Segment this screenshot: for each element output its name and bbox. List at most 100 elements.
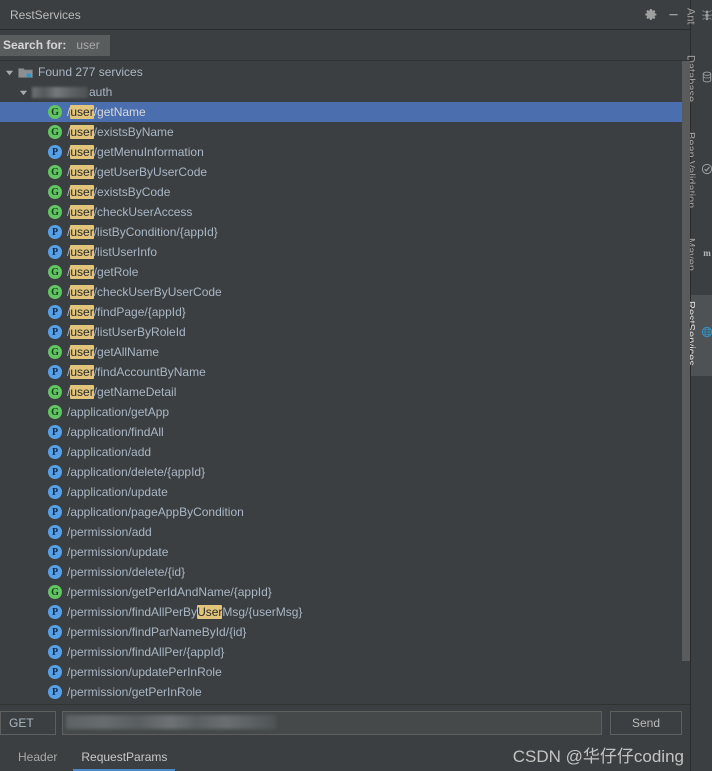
tree-endpoint-row[interactable]: G/user/getNameDetail bbox=[0, 382, 690, 402]
endpoint-path: /permission/delete/{id} bbox=[67, 565, 186, 579]
post-method-icon: P bbox=[48, 365, 62, 379]
tree-endpoint-row[interactable]: G/application/getApp bbox=[0, 402, 690, 422]
endpoint-path: /permission/findAllPer/{appId} bbox=[67, 645, 225, 659]
minimize-icon[interactable] bbox=[662, 4, 684, 26]
post-method-icon: P bbox=[48, 565, 62, 579]
gear-icon[interactable] bbox=[640, 4, 662, 26]
endpoint-path: /user/getAllName bbox=[67, 345, 160, 359]
tree-endpoint-row[interactable]: P/permission/findAllPerByUserMsg/{userMs… bbox=[0, 602, 690, 622]
right-tab-maven[interactable]: m Maven bbox=[685, 232, 712, 281]
rest-services-tool-window: RestServices Search for: user Found 277 … bbox=[0, 0, 712, 771]
post-method-icon: P bbox=[48, 625, 62, 639]
tree-endpoint-row[interactable]: G/user/existsByCode bbox=[0, 182, 690, 202]
services-tree-panel: Found 277 services auth G/user/getName G/us… bbox=[0, 60, 690, 704]
endpoint-path: /user/findAccountByName bbox=[67, 365, 206, 379]
post-method-icon: P bbox=[48, 685, 62, 699]
tree-endpoint-row[interactable]: P/permission/findParNameById/{id} bbox=[0, 622, 690, 642]
endpoint-path: /permission/findParNameById/{id} bbox=[67, 625, 247, 639]
tree-endpoint-row[interactable]: G/user/getUserByUserCode bbox=[0, 162, 690, 182]
tree-endpoint-row[interactable]: P/user/listByCondition/{appId} bbox=[0, 222, 690, 242]
search-match-highlight: user bbox=[70, 385, 94, 399]
right-tab-bean-validation[interactable]: Bean Validation bbox=[685, 126, 712, 218]
tree-endpoint-row[interactable]: P/permission/getPerInRole bbox=[0, 682, 690, 702]
endpoint-path: /permission/getPerIdAndName/{appId} bbox=[67, 585, 272, 599]
tree-endpoint-row[interactable]: G/user/checkUserAccess bbox=[0, 202, 690, 222]
post-method-icon: P bbox=[48, 465, 62, 479]
tree-endpoint-row[interactable]: P/permission/delete/{id} bbox=[0, 562, 690, 582]
database-icon bbox=[701, 70, 712, 84]
endpoint-path: /user/getNameDetail bbox=[67, 385, 177, 399]
right-tab-label: Ant bbox=[684, 8, 697, 25]
post-method-icon: P bbox=[48, 505, 62, 519]
endpoint-path: /application/getApp bbox=[67, 405, 170, 419]
tree-endpoint-row[interactable]: G/permission/getPerIdAndName/{appId} bbox=[0, 582, 690, 602]
rest-services-icon bbox=[701, 325, 712, 339]
tree-endpoint-row[interactable]: P/user/listUserByRoleId bbox=[0, 322, 690, 342]
tree-endpoint-row[interactable]: G/user/existsByName bbox=[0, 122, 690, 142]
chevron-down-icon[interactable] bbox=[18, 87, 29, 98]
tree-endpoint-row[interactable]: P/permission/updatePerInRole bbox=[0, 662, 690, 682]
tree-endpoint-row[interactable]: G/user/getRole bbox=[0, 262, 690, 282]
tree-endpoint-row[interactable]: G/user/getAllName bbox=[0, 342, 690, 362]
tree-endpoint-row[interactable]: G/user/getName bbox=[0, 102, 690, 122]
get-method-icon: G bbox=[48, 285, 62, 299]
tree-endpoint-row[interactable]: P/application/pageAppByCondition bbox=[0, 502, 690, 522]
search-match-highlight: user bbox=[70, 325, 94, 339]
tree-root-node[interactable]: Found 277 services bbox=[0, 62, 690, 82]
tree-endpoint-row[interactable]: P/application/delete/{appId} bbox=[0, 462, 690, 482]
tab-request-params[interactable]: RequestParams bbox=[69, 750, 179, 771]
send-button[interactable]: Send bbox=[610, 710, 682, 735]
tree-endpoint-row[interactable]: P/user/findAccountByName bbox=[0, 362, 690, 382]
right-tab-database[interactable]: Database bbox=[685, 49, 712, 112]
search-label: Search for: bbox=[3, 38, 67, 52]
search-match-highlight: user bbox=[70, 125, 94, 139]
tool-window-titlebar: RestServices bbox=[0, 0, 690, 30]
get-method-icon: G bbox=[48, 105, 62, 119]
tree-group-node[interactable]: auth bbox=[0, 82, 690, 102]
post-method-icon: P bbox=[48, 605, 62, 619]
tree-endpoint-row[interactable]: P/permission/add bbox=[0, 522, 690, 542]
endpoint-path: /user/checkUserByUserCode bbox=[67, 285, 222, 299]
endpoint-path: /user/existsByName bbox=[67, 125, 174, 139]
get-method-icon: G bbox=[48, 205, 62, 219]
search-match-highlight: user bbox=[70, 305, 94, 319]
get-method-icon: G bbox=[48, 345, 62, 359]
tree-endpoint-row[interactable]: G/user/checkUserByUserCode bbox=[0, 282, 690, 302]
post-method-icon: P bbox=[48, 485, 62, 499]
tree-endpoint-row[interactable]: P/user/getMenuInformation bbox=[0, 142, 690, 162]
scrollbar-thumb[interactable] bbox=[682, 61, 690, 661]
search-match-highlight: user bbox=[70, 245, 94, 259]
post-method-icon: P bbox=[48, 525, 62, 539]
watermark: CSDN @华仔仔coding bbox=[512, 747, 684, 766]
chevron-down-icon[interactable] bbox=[4, 67, 15, 78]
get-method-icon: G bbox=[48, 165, 62, 179]
endpoint-path: /user/checkUserAccess bbox=[67, 205, 193, 219]
endpoint-path: /application/add bbox=[67, 445, 152, 459]
tree-endpoint-row[interactable]: P/user/listUserInfo bbox=[0, 242, 690, 262]
post-method-icon: P bbox=[48, 645, 62, 659]
tree-endpoint-row[interactable]: P/application/add bbox=[0, 442, 690, 462]
services-tree[interactable]: Found 277 services auth G/user/getName G/us… bbox=[0, 61, 690, 704]
post-method-icon: P bbox=[48, 245, 62, 259]
endpoint-path: /permission/add bbox=[67, 525, 152, 539]
tree-endpoint-row[interactable]: P/application/findAll bbox=[0, 422, 690, 442]
url-input[interactable] bbox=[62, 710, 602, 735]
endpoint-path: /user/listUserInfo bbox=[67, 245, 158, 259]
right-tab-restservices[interactable]: RestServices bbox=[685, 294, 712, 376]
get-method-icon: G bbox=[48, 385, 62, 399]
search-match-highlight: User bbox=[197, 605, 223, 619]
search-match-highlight: user bbox=[70, 165, 94, 179]
url-redacted-overlay bbox=[66, 714, 276, 729]
endpoint-path: /user/getName bbox=[67, 105, 146, 119]
http-method-select[interactable]: GET bbox=[0, 710, 56, 735]
tree-endpoint-row[interactable]: P/application/update bbox=[0, 482, 690, 502]
tab-header[interactable]: Header bbox=[6, 750, 69, 771]
endpoint-path: /permission/update bbox=[67, 545, 169, 559]
tree-endpoint-row[interactable]: P/user/findPage/{appId} bbox=[0, 302, 690, 322]
right-tab-ant[interactable]: Ant bbox=[685, 2, 712, 35]
tree-endpoint-row[interactable]: P/permission/update bbox=[0, 542, 690, 562]
tree-endpoint-row[interactable]: P/permission/findAllPer/{appId} bbox=[0, 642, 690, 662]
maven-icon: m bbox=[701, 246, 712, 260]
search-input[interactable]: Search for: user bbox=[0, 34, 110, 56]
tree-vertical-scrollbar[interactable] bbox=[681, 61, 690, 704]
